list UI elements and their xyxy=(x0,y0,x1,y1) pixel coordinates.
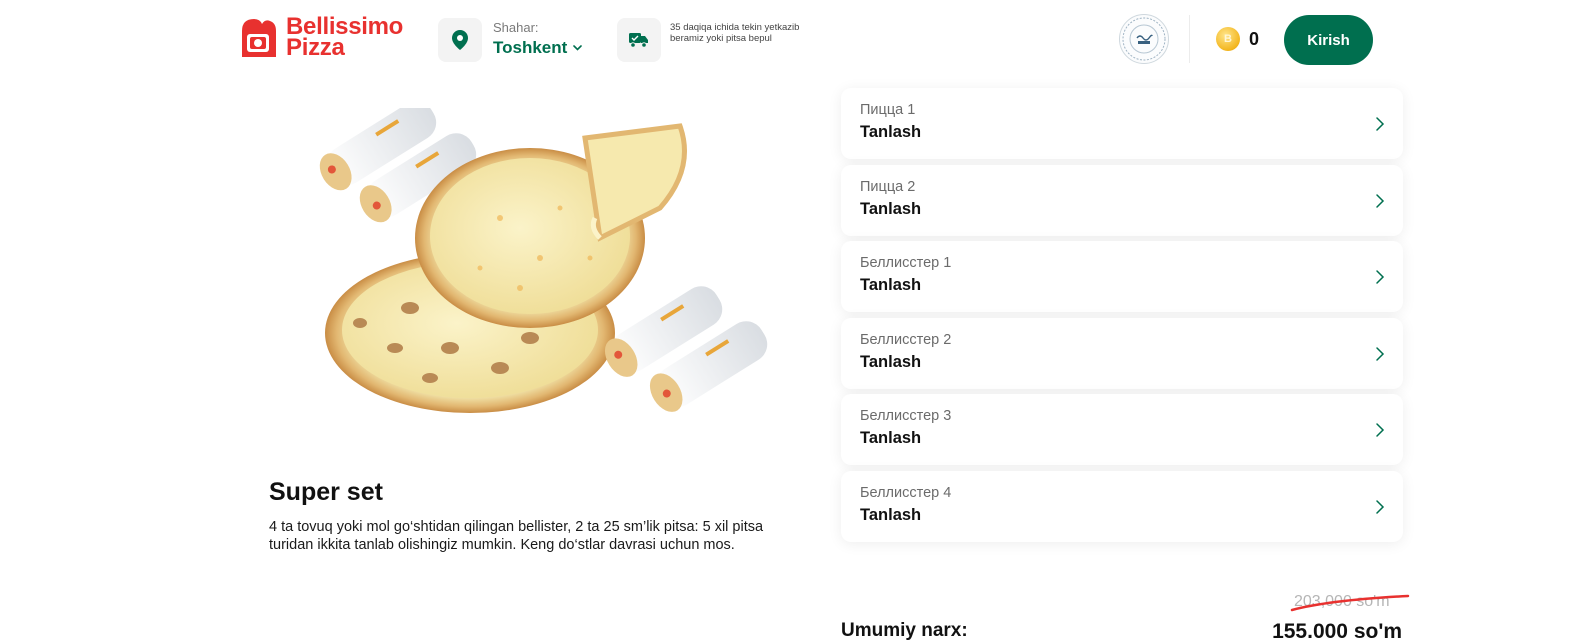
chevron-down-icon xyxy=(573,45,583,51)
choice-label: Пицца 2 xyxy=(860,178,916,195)
city-selector[interactable]: Toshkent xyxy=(493,38,583,58)
product-image xyxy=(319,108,768,413)
coin-balance: 0 xyxy=(1249,29,1260,49)
chevron-right-icon xyxy=(1376,423,1385,437)
delivery-promo-text: 35 daqiqa ichida tekin yetkazib beramiz … xyxy=(670,22,800,44)
total-label: Umumiy narx: xyxy=(841,620,968,641)
chevron-right-icon xyxy=(1376,193,1385,208)
choice-bellister-3[interactable]: Беллисстер 3 Tanlash xyxy=(841,394,1403,465)
city-label: Shahar: xyxy=(493,20,539,35)
choice-value: Tanlash xyxy=(860,276,922,294)
choice-value: Tanlash xyxy=(860,123,922,141)
choice-list: Пицца 1 Tanlash Пицца 2 Tanlash Беллисст… xyxy=(841,88,1403,547)
login-button[interactable]: Kirish xyxy=(1284,15,1373,65)
choice-pizza-2[interactable]: Пицца 2 Tanlash xyxy=(841,164,1403,236)
product-title: Super set xyxy=(269,478,383,506)
brand-wordmark: Bellissimo Pizza xyxy=(286,15,403,61)
choice-bellister-1[interactable]: Беллисстер 1 Tanlash xyxy=(841,241,1403,312)
choice-bellister-2[interactable]: Беллисстер 2 Tanlash xyxy=(841,317,1403,389)
choice-label: Беллисстер 1 xyxy=(860,255,952,271)
brand-name-line2: Pizza xyxy=(286,34,345,61)
choice-label: Беллисстер 3 xyxy=(860,408,952,424)
chevron-right-icon xyxy=(1376,270,1385,284)
header-divider xyxy=(1189,15,1190,63)
choice-value: Tanlash xyxy=(860,352,922,371)
coin-icon: B xyxy=(1216,27,1240,51)
chevron-right-icon xyxy=(1376,499,1385,514)
product-description: 4 ta tovuq yoki mol go‘shtidan qilingan … xyxy=(269,519,764,553)
header: Bellissimo Pizza Shahar: Toshkent 35 daq… xyxy=(0,0,1576,78)
location-pin-icon xyxy=(452,30,468,50)
choice-pizza-1[interactable]: Пицца 1 Tanlash xyxy=(841,88,1403,159)
brand-logo[interactable]: Bellissimo Pizza xyxy=(238,15,403,61)
location-button[interactable] xyxy=(438,18,482,62)
delivery-info-box xyxy=(617,18,661,62)
logo-mark-icon xyxy=(242,19,276,57)
choice-label: Пицца 1 xyxy=(860,102,916,118)
choice-value: Tanlash xyxy=(860,505,922,524)
old-price: 203,000 so'm xyxy=(1294,593,1390,610)
choice-label: Беллисстер 4 xyxy=(860,484,952,501)
chevron-right-icon xyxy=(1376,346,1385,361)
choice-value: Tanlash xyxy=(860,199,922,218)
choice-value: Tanlash xyxy=(860,429,922,447)
choice-bellister-4[interactable]: Беллисстер 4 Tanlash xyxy=(841,470,1403,542)
choice-label: Беллисстер 2 xyxy=(860,331,952,348)
city-value: Toshkent xyxy=(493,38,568,57)
chevron-right-icon xyxy=(1376,117,1385,131)
delivery-truck-icon xyxy=(629,33,648,48)
halal-badge-icon xyxy=(1119,14,1169,64)
total-price: 155.000 so'm xyxy=(1272,620,1402,642)
